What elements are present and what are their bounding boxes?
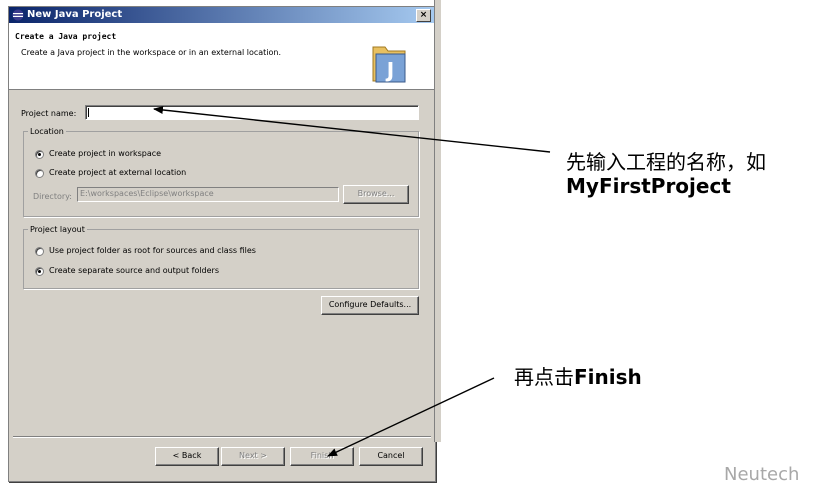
- arrow-to-finish: [327, 377, 495, 457]
- arrow-to-project-name: [153, 105, 551, 153]
- watermark: Neutech: [724, 464, 800, 485]
- annotation-click-finish-bold: Finish: [574, 365, 642, 389]
- annotation-enter-name: 先输入工程的名称，如: [566, 150, 766, 174]
- annotation-arrows: [153, 105, 551, 457]
- annotation-click-finish: 再点击Finish: [514, 361, 642, 390]
- annotation-click-finish-prefix: 再点击: [514, 365, 574, 389]
- annotation-example-name: MyFirstProject: [566, 174, 731, 198]
